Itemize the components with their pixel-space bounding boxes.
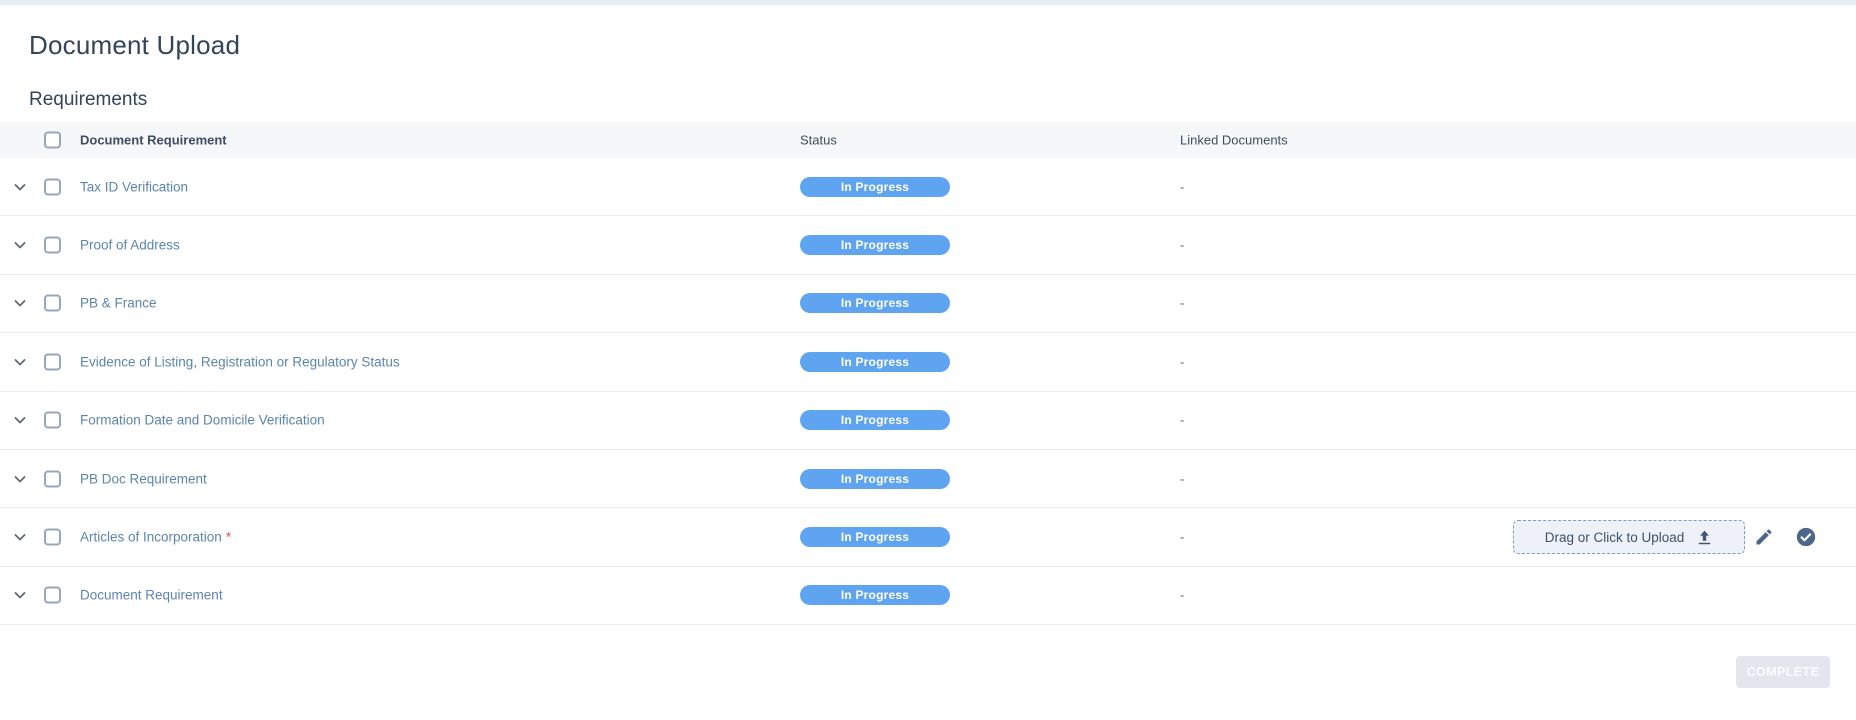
linked-documents-value: - [1180,413,1184,428]
table-row: Document Requirement In Progress - [0,567,1856,625]
status-badge: In Progress [800,585,950,605]
requirement-name: Document Requirement [80,588,223,603]
chevron-down-icon [12,412,28,428]
edit-button[interactable] [1752,525,1776,549]
row-checkbox[interactable] [44,178,61,195]
row-checkbox[interactable] [44,237,61,254]
requirement-link[interactable]: PB & France [80,296,161,311]
status-badge: In Progress [800,410,950,430]
requirement-name: PB & France [80,296,157,311]
requirement-link[interactable]: Articles of Incorporation * [80,530,231,545]
row-checkbox[interactable] [44,353,61,370]
status-badge: In Progress [800,177,950,197]
expand-row-button[interactable] [11,353,29,371]
section-title-requirements: Requirements [29,89,147,111]
status-badge: In Progress [800,293,950,313]
requirement-link[interactable]: PB Doc Requirement [80,471,211,486]
chevron-down-icon [12,179,28,195]
requirement-link[interactable]: Evidence of Listing, Registration or Reg… [80,354,404,369]
document-upload-page: Document Upload Requirements Document Re… [0,0,1856,720]
linked-documents-value: - [1180,530,1184,545]
requirement-name: Tax ID Verification [80,179,188,194]
expand-row-button[interactable] [11,528,29,546]
column-header-linked-documents: Linked Documents [1180,133,1288,148]
table-row: Articles of Incorporation * In Progress -… [0,508,1856,566]
requirements-table-body: Tax ID Verification In Progress - [0,158,1856,625]
upload-dropzone-button[interactable]: Drag or Click to Upload [1513,520,1745,554]
requirement-name: Formation Date and Domicile Verification [80,413,325,428]
expand-row-button[interactable] [11,178,29,196]
chevron-down-icon [12,237,28,253]
chevron-down-icon [12,295,28,311]
approve-button[interactable] [1794,525,1818,549]
chevron-down-icon [12,529,28,545]
linked-documents-value: - [1180,588,1184,603]
complete-button[interactable]: COMPLETE [1736,656,1830,688]
status-badge: In Progress [800,235,950,255]
requirement-name: PB Doc Requirement [80,471,207,486]
check-circle-icon [1795,526,1817,548]
status-badge: In Progress [800,352,950,372]
row-checkbox[interactable] [44,295,61,312]
requirement-link[interactable]: Formation Date and Domicile Verification [80,413,329,428]
table-row: Proof of Address In Progress - [0,216,1856,274]
column-header-document-requirement: Document Requirement [80,133,227,148]
table-row: PB & France In Progress - [0,275,1856,333]
status-badge: In Progress [800,527,950,547]
chevron-down-icon [12,354,28,370]
linked-documents-value: - [1180,238,1184,253]
page-title: Document Upload [29,30,240,61]
requirement-name: Articles of Incorporation [80,530,222,545]
row-checkbox[interactable] [44,470,61,487]
requirement-link[interactable]: Proof of Address [80,238,184,253]
chevron-down-icon [12,471,28,487]
expand-row-button[interactable] [11,294,29,312]
table-row: Tax ID Verification In Progress - [0,158,1856,216]
row-checkbox[interactable] [44,529,61,546]
expand-row-button[interactable] [11,236,29,254]
row-checkbox[interactable] [44,587,61,604]
expand-row-button[interactable] [11,470,29,488]
required-asterisk: * [226,530,231,545]
requirement-name: Evidence of Listing, Registration or Reg… [80,354,400,369]
linked-documents-value: - [1180,296,1184,311]
linked-documents-value: - [1180,179,1184,194]
column-header-status: Status [800,133,837,148]
expand-row-button[interactable] [11,586,29,604]
linked-documents-value: - [1180,354,1184,369]
requirement-name: Proof of Address [80,238,180,253]
linked-documents-value: - [1180,471,1184,486]
top-border-strip [0,0,1856,5]
table-row: Evidence of Listing, Registration or Reg… [0,333,1856,391]
requirement-link[interactable]: Document Requirement [80,588,227,603]
upload-button-label: Drag or Click to Upload [1545,530,1685,545]
table-row: Formation Date and Domicile Verification… [0,392,1856,450]
chevron-down-icon [12,587,28,603]
requirement-link[interactable]: Tax ID Verification [80,179,192,194]
edit-icon [1754,527,1774,547]
expand-row-button[interactable] [11,411,29,429]
select-all-checkbox[interactable] [44,132,61,149]
table-row: PB Doc Requirement In Progress - [0,450,1856,508]
upload-icon [1696,529,1713,546]
status-badge: In Progress [800,469,950,489]
row-checkbox[interactable] [44,412,61,429]
table-header-row: Document Requirement Status Linked Docum… [0,122,1856,158]
